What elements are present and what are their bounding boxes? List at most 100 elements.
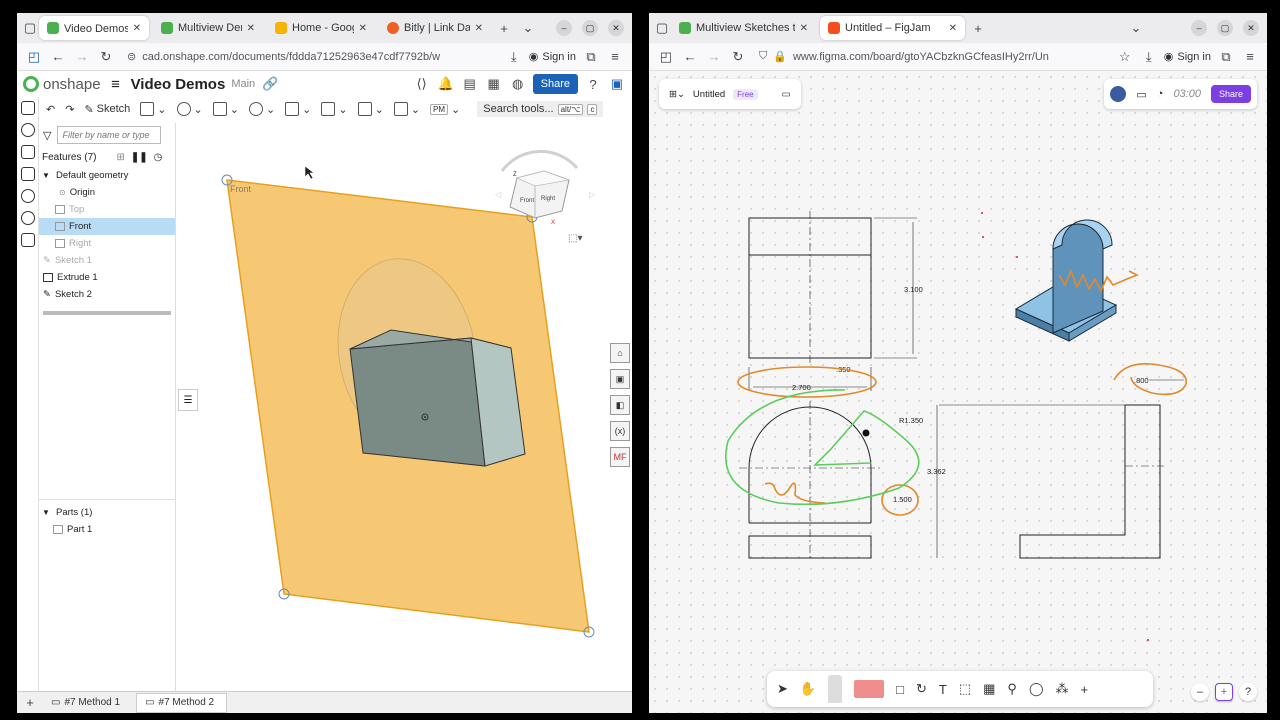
lasso-tool-icon[interactable]: ◯	[1029, 681, 1044, 697]
close-window-icon[interactable]: ✕	[1243, 20, 1259, 36]
bookmark-star-icon[interactable]: ☆	[1116, 48, 1134, 66]
maximize-icon[interactable]: ▢	[582, 20, 598, 36]
tab-multiview-sketches[interactable]: Multiview Sketches to Pr ✕	[671, 16, 816, 40]
extrude-tool[interactable]: ⌄	[137, 99, 169, 119]
hand-tool-icon[interactable]: ✋	[800, 681, 816, 697]
feature-list-icon[interactable]	[20, 101, 35, 115]
measure-panel-icon[interactable]: MF	[610, 447, 630, 467]
share-button[interactable]: Share	[532, 74, 578, 94]
tab-overview-icon[interactable]: ▢	[653, 19, 671, 37]
view-rotate-arc[interactable]	[500, 149, 579, 172]
add-feature-icon[interactable]: ⊞	[116, 152, 124, 163]
tab-bitly[interactable]: Bitly | Link Dash ✕	[379, 16, 491, 40]
branch-name[interactable]: Main	[231, 78, 255, 90]
notifications-icon[interactable]: 🔔	[437, 75, 455, 93]
forward-icon[interactable]: →	[705, 48, 723, 66]
dim-label[interactable]: 3.362	[927, 467, 946, 476]
tab-list-chevron-icon[interactable]: ⌄	[1127, 19, 1145, 37]
close-window-icon[interactable]: ✕	[608, 20, 624, 36]
user-avatar-icon[interactable]: ▣	[608, 75, 626, 93]
dim-label[interactable]: .800	[1134, 376, 1149, 385]
tree-item-right[interactable]: Right	[39, 235, 175, 252]
tree-item-default-geometry[interactable]: ▼ Default geometry	[39, 167, 175, 184]
appearance-panel-icon[interactable]: ⌂	[610, 343, 630, 363]
hamburger-menu-icon[interactable]: ≡	[107, 75, 125, 93]
extrude-front-face[interactable]	[349, 337, 486, 467]
redo-icon[interactable]: ↷	[62, 99, 77, 119]
sidebar-toggle-icon[interactable]: ◰	[657, 48, 675, 66]
shield-icon[interactable]: ⛉	[759, 50, 767, 63]
part-item[interactable]: Part 1	[39, 521, 175, 538]
help-icon[interactable]: ?	[1239, 683, 1257, 701]
sweep-tool[interactable]: ⌄	[210, 99, 242, 119]
lock-icon[interactable]: 🔒	[773, 50, 787, 63]
mate-tool[interactable]: ⌄	[391, 99, 423, 119]
section-tool-icon[interactable]: ⬚	[959, 681, 971, 697]
figjam-canvas[interactable]: ⊞⌄ Untitled Free ▭ ▭ ◔ 03:00 Share 3.100…	[649, 71, 1267, 713]
isometric-part[interactable]	[1014, 219, 1118, 342]
document-title[interactable]: Video Demos	[131, 76, 226, 93]
connector-tool-icon[interactable]: ↻	[916, 681, 927, 697]
minimize-icon[interactable]: –	[556, 20, 572, 36]
document-icon[interactable]: ▤	[461, 75, 479, 93]
parts-header[interactable]: ▼ Parts (1)	[39, 504, 175, 521]
extensions-icon[interactable]: ⧉	[582, 48, 600, 66]
variables-icon[interactable]	[20, 233, 35, 247]
pattern-tool[interactable]: ⌄	[355, 99, 387, 119]
zoom-in-icon[interactable]: +	[1215, 683, 1233, 701]
tree-item-origin[interactable]: ⊙ Origin	[39, 184, 175, 201]
select-tool-icon[interactable]: ➤	[777, 681, 788, 697]
3d-viewport[interactable]: Front Front Right Z X ◁ ▷ ⬚▾	[177, 123, 632, 691]
comments-icon[interactable]	[20, 145, 35, 159]
close-tab-icon[interactable]: ✕	[359, 23, 367, 34]
sketch-button[interactable]: ✎ Sketch	[81, 99, 133, 119]
rotate-right-icon[interactable]: ▷	[589, 190, 596, 199]
close-tab-icon[interactable]: ✕	[949, 23, 957, 34]
reload-icon[interactable]: ↻	[729, 48, 747, 66]
tab-untitled-figjam[interactable]: Untitled – FigJam ✕	[820, 16, 965, 40]
text-tool-icon[interactable]: T	[939, 682, 947, 697]
tree-item-top[interactable]: Top	[39, 201, 175, 218]
doc-tab-method-1[interactable]: ▭ #7 Method 1	[43, 693, 132, 713]
more-tools-icon[interactable]: ⁂	[1056, 681, 1069, 697]
address-bar[interactable]: ⊜ cad.onshape.com/documents/fddda7125296…	[121, 46, 499, 68]
download-icon[interactable]: ⤓	[1140, 48, 1158, 66]
back-icon[interactable]: ←	[49, 48, 67, 66]
chevron-down-icon[interactable]: ▼	[42, 171, 52, 180]
link-icon[interactable]: 🔗	[261, 75, 279, 93]
tree-item-extrude1[interactable]: Extrude 1	[39, 269, 175, 286]
forward-icon[interactable]: →	[73, 48, 91, 66]
tab-overview-icon[interactable]: ▢	[21, 19, 39, 37]
menu-icon[interactable]: ≡	[606, 48, 624, 66]
help-icon[interactable]: ?	[584, 75, 602, 93]
history-icon[interactable]	[20, 189, 35, 203]
side-view[interactable]	[939, 404, 1164, 559]
sign-in-button[interactable]: ◉ Sign in	[529, 50, 576, 64]
tree-item-sketch1[interactable]: ✎ Sketch 1	[39, 252, 175, 269]
sign-in-button[interactable]: ◉ Sign in	[1164, 50, 1211, 64]
plane-tool[interactable]: ⌄	[318, 99, 350, 119]
stamp-tool-icon[interactable]: ⚲	[1007, 681, 1017, 697]
dim-label[interactable]: 1.500	[893, 495, 912, 504]
undo-icon[interactable]: ↶	[43, 99, 58, 119]
rotate-left-icon[interactable]: ◁	[495, 190, 502, 199]
center-point[interactable]	[862, 429, 870, 437]
tab-multiview-demo[interactable]: Multiview Demo ✕	[153, 16, 263, 40]
add-tab-icon[interactable]: +	[21, 694, 39, 712]
filter-input[interactable]	[57, 126, 162, 144]
dim-label[interactable]: R1.350	[899, 416, 923, 425]
tab-video-demos[interactable]: Video Demos | ∧ ✕	[39, 16, 149, 40]
rollback-timer-icon[interactable]: ◷	[154, 152, 163, 163]
config-icon[interactable]	[20, 123, 35, 137]
shape-tool-icon[interactable]: □	[896, 682, 904, 697]
pause-icon[interactable]: ❚❚	[131, 152, 148, 163]
marker-tool-icon[interactable]	[828, 675, 843, 703]
globe-icon[interactable]: ◍	[509, 75, 527, 93]
extensions-icon[interactable]: ⧉	[1217, 48, 1235, 66]
back-icon[interactable]: ←	[681, 48, 699, 66]
tab-list-chevron-icon[interactable]: ⌄	[519, 19, 537, 37]
code-icon[interactable]: ⟨⟩	[413, 75, 431, 93]
close-tab-icon[interactable]: ✕	[800, 23, 808, 34]
boolean-tool[interactable]: ⌄	[246, 99, 278, 119]
reload-icon[interactable]: ↻	[97, 48, 115, 66]
